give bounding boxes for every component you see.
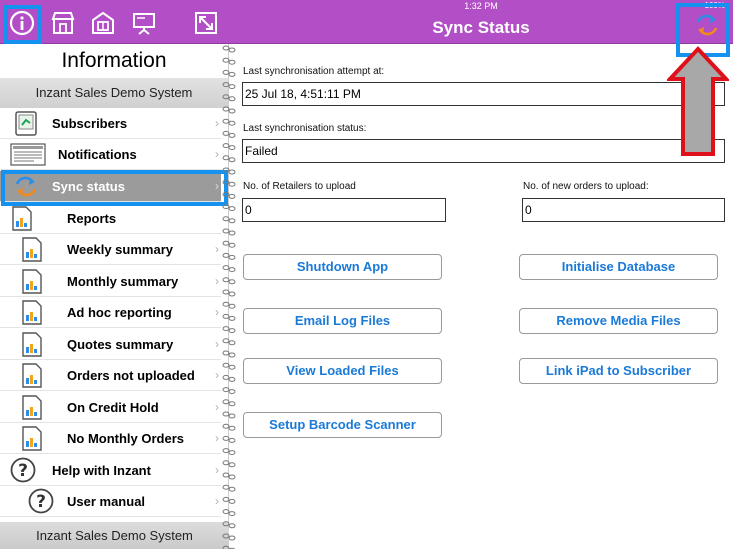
link-ipad-to-subscriber-button[interactable]: Link iPad to Subscriber bbox=[519, 358, 718, 384]
last-status-label: Last synchronisation status: bbox=[243, 123, 367, 134]
sidebar-item-label: Help with Inzant bbox=[52, 463, 151, 478]
chevron-right-icon: › bbox=[215, 242, 219, 256]
chevron-right-icon: › bbox=[215, 147, 219, 161]
notifications-icon bbox=[10, 142, 46, 167]
chevron-right-icon: › bbox=[215, 274, 219, 288]
sidebar-item-ad-hoc-reporting[interactable]: Ad hoc reporting › bbox=[0, 297, 221, 328]
view-loaded-files-button[interactable]: View Loaded Files bbox=[243, 358, 442, 384]
report-icon bbox=[20, 426, 44, 451]
top-navigation-bar: 1:32 PM 100% Sync Status bbox=[229, 0, 733, 44]
shutdown-app-button[interactable]: Shutdown App bbox=[243, 254, 442, 280]
retailers-upload-label: No. of Retailers to upload bbox=[243, 181, 356, 192]
sidebar-item-label: Subscribers bbox=[52, 116, 128, 131]
expand-icon[interactable] bbox=[193, 10, 219, 36]
status-time: 1:32 PM bbox=[464, 1, 498, 11]
sidebar-item-help-with-inzant[interactable]: ? Help with Inzant › bbox=[0, 455, 221, 486]
remove-media-files-button[interactable]: Remove Media Files bbox=[519, 308, 718, 334]
last-attempt-label: Last synchronisation attempt at: bbox=[243, 66, 385, 77]
email-log-files-button[interactable]: Email Log Files bbox=[243, 308, 442, 334]
help-icon: ? bbox=[28, 488, 54, 514]
orders-upload-label: No. of new orders to upload: bbox=[523, 181, 649, 192]
report-icon bbox=[20, 395, 44, 420]
last-status-field: Failed bbox=[242, 139, 725, 163]
sync-status-highlight-box bbox=[1, 170, 228, 206]
sidebar: Information Inzant Sales Demo System Sub… bbox=[0, 44, 229, 549]
sidebar-item-monthly-summary[interactable]: Monthly summary › bbox=[0, 266, 221, 297]
sidebar-footer: Inzant Sales Demo System bbox=[0, 522, 229, 549]
svg-text:?: ? bbox=[36, 492, 46, 512]
sync-status-panel: Last synchronisation attempt at: 25 Jul … bbox=[229, 44, 733, 549]
page-title: Sync Status bbox=[432, 18, 530, 37]
sidebar-item-label: Orders not uploaded bbox=[67, 368, 195, 383]
setup-barcode-scanner-button[interactable]: Setup Barcode Scanner bbox=[243, 412, 442, 438]
sidebar-title: Information bbox=[0, 44, 228, 78]
last-attempt-field: 25 Jul 18, 4:51:11 PM bbox=[242, 82, 725, 106]
catalogue-icon[interactable] bbox=[90, 10, 116, 36]
report-icon bbox=[20, 300, 44, 325]
chevron-right-icon: › bbox=[215, 494, 219, 508]
initialise-database-button[interactable]: Initialise Database bbox=[519, 254, 718, 280]
sidebar-item-orders-not-uploaded[interactable]: Orders not uploaded › bbox=[0, 360, 221, 391]
chevron-right-icon: › bbox=[215, 431, 219, 445]
sidebar-item-label: Notifications bbox=[58, 147, 137, 162]
sidebar-item-notifications[interactable]: Notifications › bbox=[0, 139, 221, 170]
sidebar-item-label: Ad hoc reporting bbox=[67, 305, 172, 320]
sidebar-item-label: User manual bbox=[67, 494, 146, 509]
sidebar-item-on-credit-hold[interactable]: On Credit Hold › bbox=[0, 392, 221, 423]
sidebar-item-user-manual[interactable]: ? User manual › bbox=[0, 486, 221, 517]
chevron-right-icon: › bbox=[215, 400, 219, 414]
chevron-right-icon: › bbox=[215, 368, 219, 382]
chevron-right-icon: › bbox=[215, 116, 219, 130]
chevron-right-icon: › bbox=[215, 337, 219, 351]
chevron-right-icon: › bbox=[215, 463, 219, 477]
sidebar-item-label: On Credit Hold bbox=[67, 400, 159, 415]
report-icon bbox=[20, 363, 44, 388]
info-highlight-box bbox=[4, 5, 42, 44]
up-arrow-annotation bbox=[667, 46, 729, 156]
sidebar-item-no-monthly-orders[interactable]: No Monthly Orders › bbox=[0, 423, 221, 454]
chevron-right-icon: › bbox=[215, 305, 219, 319]
sidebar-item-label: Weekly summary bbox=[67, 242, 173, 257]
report-icon bbox=[20, 332, 44, 357]
help-icon: ? bbox=[10, 457, 36, 483]
sidebar-item-label: No Monthly Orders bbox=[67, 431, 185, 446]
svg-text:?: ? bbox=[18, 461, 28, 481]
report-icon bbox=[10, 206, 34, 231]
report-icon bbox=[20, 237, 44, 262]
subscribers-icon bbox=[14, 111, 38, 136]
retailers-upload-field: 0 bbox=[242, 198, 446, 222]
presentation-icon[interactable] bbox=[131, 10, 157, 36]
sidebar-item-label: Quotes summary bbox=[67, 337, 174, 352]
sidebar-item-quotes-summary[interactable]: Quotes summary › bbox=[0, 329, 221, 360]
sidebar-item-weekly-summary[interactable]: Weekly summary › bbox=[0, 234, 221, 265]
orders-upload-field: 0 bbox=[522, 198, 725, 222]
store-icon[interactable] bbox=[50, 10, 76, 36]
report-icon bbox=[20, 269, 44, 294]
sidebar-item-reports[interactable]: Reports bbox=[0, 203, 221, 234]
sidebar-subtitle: Inzant Sales Demo System bbox=[0, 78, 228, 108]
sidebar-item-label: Reports bbox=[67, 211, 117, 226]
sidebar-item-label: Monthly summary bbox=[67, 274, 179, 289]
sidebar-item-subscribers[interactable]: Subscribers › bbox=[0, 108, 221, 139]
